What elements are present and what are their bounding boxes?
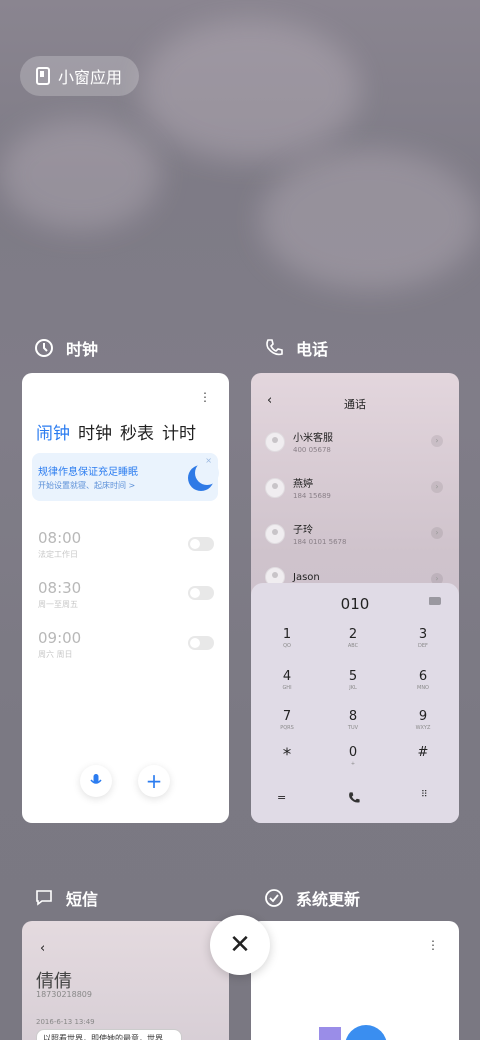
chevron-right-icon[interactable]: › bbox=[431, 435, 443, 447]
contact-item[interactable]: 子玲 184 0101 5678 bbox=[265, 521, 346, 546]
alarm-item[interactable]: 08:00 法定工作日 bbox=[38, 529, 81, 560]
background-cloud bbox=[0, 120, 160, 230]
more-menu-icon[interactable]: ⋮ bbox=[427, 939, 439, 951]
chevron-right-icon[interactable]: › bbox=[431, 481, 443, 493]
alarm-time: 08:30 bbox=[38, 579, 82, 597]
contact-name: 小米客服 bbox=[293, 433, 333, 444]
clock-app-card[interactable]: ⋮ 闹钟 时钟 秒表 计时 规律作息保证充足睡眠 开始设置就寝、起床时间 > ×… bbox=[22, 373, 229, 823]
phone-app-card[interactable]: ‹ 通话 小米客服 400 05678 › 燕婷 184 15689 › 子玲 184… bbox=[251, 373, 459, 823]
contact-item[interactable]: 燕婷 184 15689 bbox=[265, 475, 331, 500]
avatar bbox=[265, 523, 285, 544]
alarm-item[interactable]: 08:30 周一至周五 bbox=[38, 579, 81, 610]
alarm-toggle[interactable] bbox=[188, 537, 214, 551]
call-icon[interactable] bbox=[347, 791, 361, 805]
message-icon bbox=[36, 890, 52, 906]
dial-key[interactable]: 7 PQRS bbox=[267, 709, 307, 731]
dial-key[interactable]: # bbox=[403, 745, 443, 760]
close-icon: ✕ bbox=[229, 930, 251, 960]
backspace-icon[interactable] bbox=[429, 597, 441, 605]
menu-icon[interactable]: = bbox=[277, 791, 286, 804]
dial-key[interactable]: 8 TUV bbox=[333, 709, 373, 731]
sleep-banner[interactable]: 规律作息保证充足睡眠 开始设置就寝、起床时间 > × bbox=[32, 453, 219, 501]
avatar bbox=[265, 477, 285, 498]
clock-app-header[interactable]: 时钟 bbox=[34, 336, 98, 360]
chevron-right-icon[interactable]: › bbox=[431, 527, 443, 539]
tab-alarm[interactable]: 闹钟 bbox=[36, 419, 70, 444]
dial-key[interactable]: 5 JKL bbox=[333, 669, 373, 691]
system-update-app-header[interactable]: 系统更新 bbox=[264, 886, 360, 910]
contact-number: 400 05678 bbox=[293, 446, 331, 454]
alarm-label: 周一至周五 bbox=[38, 600, 78, 609]
close-icon[interactable]: × bbox=[205, 456, 212, 465]
sms-app-name: 短信 bbox=[66, 890, 99, 909]
contact-name: 燕婷 bbox=[293, 479, 313, 490]
banner-title: 规律作息保证充足睡眠 bbox=[38, 467, 138, 478]
floating-window-label: 小窗应用 bbox=[58, 68, 123, 87]
alarm-toggle[interactable] bbox=[188, 636, 214, 650]
background-cloud bbox=[260, 150, 480, 290]
dial-key[interactable]: 9 WXYZ bbox=[403, 709, 443, 731]
alarm-time: 08:00 bbox=[38, 529, 82, 547]
avatar bbox=[265, 431, 285, 452]
phone-title: 通话 bbox=[344, 398, 366, 411]
background-cloud bbox=[140, 20, 360, 160]
alarm-label: 周六 周日 bbox=[38, 650, 73, 659]
dialpad: 010 1 QO 2 ABC 3 DEF 4 GHI 5 JKL 6 MNO 7 PQRS 8… bbox=[251, 583, 459, 823]
dial-key[interactable]: 1 QO bbox=[267, 627, 307, 649]
check-circle-icon bbox=[265, 889, 283, 907]
sms-app-card[interactable]: ‹ 倩倩 18730218809 2016-6-13 13:49 以照看世界，即… bbox=[22, 921, 229, 1040]
phone-app-header[interactable]: 电话 bbox=[264, 336, 328, 360]
tab-timer[interactable]: 计时 bbox=[162, 419, 196, 444]
add-alarm-button[interactable]: + bbox=[138, 765, 170, 797]
dial-key[interactable]: 2 ABC bbox=[333, 627, 373, 649]
moon-icon bbox=[188, 461, 219, 491]
contact-item[interactable]: 小米客服 400 05678 bbox=[265, 429, 333, 454]
voice-button[interactable] bbox=[80, 765, 112, 797]
dial-key[interactable]: 4 GHI bbox=[267, 669, 307, 691]
alarm-item[interactable]: 09:00 周六 周日 bbox=[38, 629, 81, 660]
close-button[interactable]: ✕ bbox=[210, 915, 270, 975]
banner-subtitle: 开始设置就寝、起床时间 > bbox=[38, 481, 136, 490]
phone-icon bbox=[266, 339, 283, 356]
tab-clock[interactable]: 时钟 bbox=[78, 419, 112, 444]
phone-app-name: 电话 bbox=[296, 340, 329, 359]
dial-key[interactable]: 0 + bbox=[333, 745, 373, 767]
clock-app-name: 时钟 bbox=[66, 340, 99, 359]
contact-name: Jason bbox=[293, 571, 320, 583]
contact-number: 184 15689 bbox=[293, 492, 331, 500]
system-update-app-card[interactable]: ⋮ bbox=[251, 921, 459, 1040]
plus-icon: + bbox=[145, 769, 163, 793]
dial-key[interactable]: 3 DEF bbox=[403, 627, 443, 649]
alarm-label: 法定工作日 bbox=[38, 550, 78, 559]
system-update-app-name: 系统更新 bbox=[296, 890, 361, 909]
sms-contact-number: 18730218809 bbox=[36, 990, 92, 999]
alarm-time: 09:00 bbox=[38, 629, 82, 647]
contact-number: 184 0101 5678 bbox=[293, 538, 347, 546]
sms-bubble: 以照看世界，即使她的最意，世界 bbox=[36, 1029, 182, 1040]
sms-app-header[interactable]: 短信 bbox=[34, 886, 98, 910]
floating-window-apps-button[interactable]: 小窗应用 bbox=[20, 56, 139, 96]
more-menu-icon[interactable]: ⋮ bbox=[199, 391, 211, 403]
miui-logo-circle bbox=[345, 1025, 387, 1040]
dial-key[interactable]: * bbox=[267, 745, 307, 765]
dial-number: 010 bbox=[340, 595, 370, 613]
clock-icon bbox=[35, 339, 53, 357]
keypad-icon[interactable]: ⠿ bbox=[421, 790, 428, 800]
tab-stopwatch[interactable]: 秒表 bbox=[120, 419, 154, 444]
floating-window-icon bbox=[36, 67, 50, 85]
dial-key[interactable]: 6 MNO bbox=[403, 669, 443, 691]
miui-logo-icon bbox=[319, 1027, 341, 1040]
microphone-icon bbox=[90, 774, 102, 784]
sms-date: 2016-6-13 13:49 bbox=[36, 1018, 95, 1026]
alarm-toggle[interactable] bbox=[188, 586, 214, 600]
back-icon[interactable]: ‹ bbox=[40, 941, 45, 956]
contact-name: 子玲 bbox=[293, 525, 313, 536]
